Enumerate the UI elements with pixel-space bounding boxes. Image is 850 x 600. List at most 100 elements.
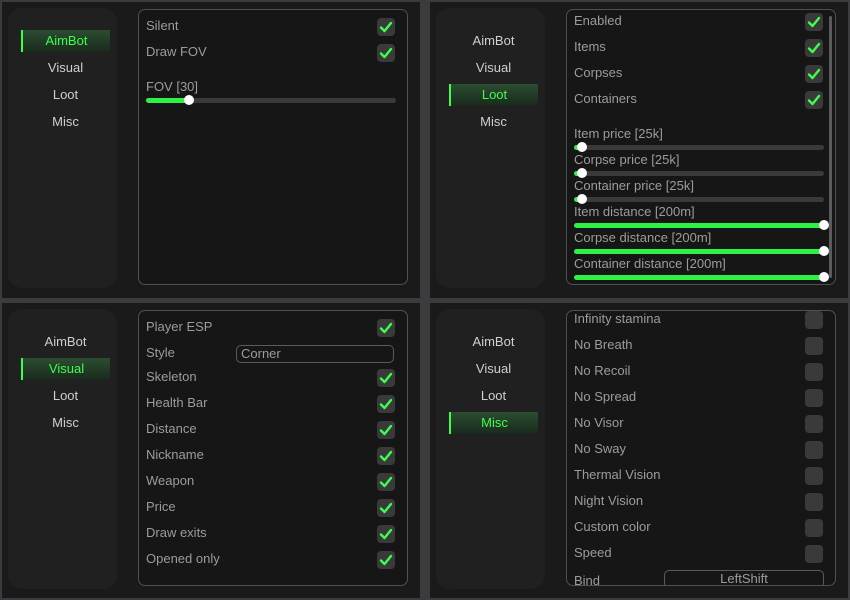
no-spread-checkbox[interactable] <box>805 389 823 407</box>
toggle-label: Health Bar <box>146 395 208 410</box>
slider-knob[interactable] <box>819 220 829 230</box>
no-breath-checkbox[interactable] <box>805 337 823 355</box>
slider-label: Item distance [200m] <box>574 204 695 219</box>
speed-checkbox[interactable] <box>805 545 823 563</box>
night-vision-checkbox[interactable] <box>805 493 823 511</box>
slider-fill <box>574 275 824 280</box>
slider-knob[interactable] <box>576 142 587 152</box>
silent-checkbox[interactable] <box>377 18 395 36</box>
health-bar-checkbox[interactable] <box>377 395 395 413</box>
opened-only-checkbox[interactable] <box>377 551 395 569</box>
nav-item-loot[interactable]: Loot <box>21 84 110 106</box>
enabled-checkbox[interactable] <box>805 13 823 31</box>
check-icon <box>379 502 393 514</box>
misc-window: AimBot Visual Loot Misc Infinity stamina… <box>430 303 848 598</box>
check-icon <box>379 424 393 436</box>
check-icon <box>807 42 821 54</box>
sidebar: AimBot Visual Loot Misc <box>436 8 545 288</box>
nav-item-visual[interactable]: Visual <box>21 57 110 79</box>
scrollbar[interactable] <box>829 16 832 278</box>
nav-item-visual[interactable]: Visual <box>21 358 110 380</box>
toggle-label: Custom color <box>574 519 651 534</box>
style-value: Corner <box>241 346 281 361</box>
nav-item-aimbot[interactable]: AimBot <box>21 30 110 52</box>
aimbot-panel: Silent Draw FOV FOV [30] <box>138 9 408 285</box>
nickname-checkbox[interactable] <box>377 447 395 465</box>
corpse-distance-slider[interactable] <box>574 246 829 256</box>
slider-knob[interactable] <box>576 194 587 204</box>
bind-label: Bind <box>574 573 601 586</box>
container-distance-slider[interactable] <box>574 272 829 282</box>
no-visor-checkbox[interactable] <box>805 415 823 433</box>
fov-slider[interactable] <box>146 95 396 105</box>
toggle-label: Silent <box>146 18 179 33</box>
slider-knob[interactable] <box>576 168 587 178</box>
toggle-label: No Breath <box>574 337 633 352</box>
item-price-slider[interactable] <box>574 142 824 152</box>
draw-exits-checkbox[interactable] <box>377 525 395 543</box>
toggle-label: Distance <box>146 421 197 436</box>
visual-window: AimBot Visual Loot Misc Player ESP Style… <box>2 303 420 598</box>
thermal-vision-checkbox[interactable] <box>805 467 823 485</box>
toggle-label: No Recoil <box>574 363 631 378</box>
toggle-label: No Sway <box>574 441 627 456</box>
toggle-label: Player ESP <box>146 319 213 334</box>
nav-item-loot[interactable]: Loot <box>449 84 538 106</box>
toggle-label: Containers <box>574 91 637 106</box>
items-checkbox[interactable] <box>805 39 823 57</box>
slider-label: Corpse price [25k] <box>574 152 680 167</box>
nav-item-loot[interactable]: Loot <box>21 385 110 407</box>
slider-label: Container price [25k] <box>574 178 694 193</box>
no-recoil-checkbox[interactable] <box>805 363 823 381</box>
toggle-label: Weapon <box>146 473 195 488</box>
containers-checkbox[interactable] <box>805 91 823 109</box>
nav-item-misc[interactable]: Misc <box>449 111 538 133</box>
nav-item-aimbot[interactable]: AimBot <box>449 30 538 52</box>
weapon-checkbox[interactable] <box>377 473 395 491</box>
check-icon <box>807 68 821 80</box>
sidebar: AimBot Visual Loot Misc <box>436 309 545 589</box>
loot-panel: Enabled Items Corpses Containers Item pr… <box>566 9 836 285</box>
slider-label: Item price [25k] <box>574 126 663 141</box>
infinity-stamina-checkbox[interactable] <box>805 311 823 329</box>
no-sway-checkbox[interactable] <box>805 441 823 459</box>
nav-item-misc[interactable]: Misc <box>449 412 538 434</box>
slider-label: Container distance [200m] <box>574 256 726 271</box>
distance-checkbox[interactable] <box>377 421 395 439</box>
check-icon <box>807 16 821 28</box>
nav-item-visual[interactable]: Visual <box>449 358 538 380</box>
check-icon <box>807 94 821 106</box>
custom-color-checkbox[interactable] <box>805 519 823 537</box>
player-esp-checkbox[interactable] <box>377 319 395 337</box>
skeleton-checkbox[interactable] <box>377 369 395 387</box>
nav-item-aimbot[interactable]: AimBot <box>449 331 538 353</box>
nav-item-visual[interactable]: Visual <box>449 57 538 79</box>
toggle-label: Corpses <box>574 65 623 80</box>
slider-knob[interactable] <box>183 95 194 105</box>
slider-fill <box>574 223 824 228</box>
corpse-price-slider[interactable] <box>574 168 824 178</box>
misc-panel: Infinity stamina No Breath No Recoil No … <box>566 310 836 586</box>
check-icon <box>379 476 393 488</box>
aimbot-window: AimBot Visual Loot Misc Silent Draw FOV … <box>2 2 420 298</box>
nav-item-aimbot[interactable]: AimBot <box>21 331 110 353</box>
toggle-label: Thermal Vision <box>574 467 661 482</box>
bind-key-button[interactable]: LeftShift <box>664 570 824 585</box>
corpses-checkbox[interactable] <box>805 65 823 83</box>
check-icon <box>379 528 393 540</box>
slider-knob[interactable] <box>819 272 829 282</box>
draw-fov-checkbox[interactable] <box>377 44 395 62</box>
style-select[interactable]: Corner <box>236 345 394 363</box>
nav-item-misc[interactable]: Misc <box>21 111 110 133</box>
price-checkbox[interactable] <box>377 499 395 517</box>
toggle-label: Items <box>574 39 606 54</box>
slider-fill <box>146 98 189 103</box>
nav-item-misc[interactable]: Misc <box>21 412 110 434</box>
toggle-label: Enabled <box>574 13 622 28</box>
fov-slider-label: FOV [30] <box>146 79 199 94</box>
container-price-slider[interactable] <box>574 194 824 204</box>
slider-label: Corpse distance [200m] <box>574 230 712 245</box>
nav-item-loot[interactable]: Loot <box>449 385 538 407</box>
slider-knob[interactable] <box>819 246 829 256</box>
item-distance-slider[interactable] <box>574 220 829 230</box>
